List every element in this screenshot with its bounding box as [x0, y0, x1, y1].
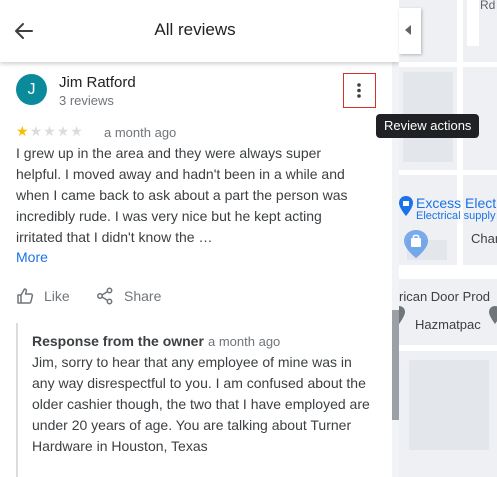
star-filled-icon: ★ [16, 123, 30, 139]
star-rating: ★★★★★ [16, 123, 84, 140]
star-empty-icon: ★ [56, 123, 71, 139]
place-name[interactable]: Char [471, 231, 497, 246]
place-name[interactable]: rican Door Prod [399, 289, 490, 304]
star-empty-icon: ★ [70, 123, 84, 139]
review-text: I grew up in the area and they were alwa… [16, 145, 348, 245]
map-road [399, 170, 497, 175]
caret-left-icon [405, 25, 411, 35]
map-road [467, 0, 479, 46]
review-actions-tooltip: Review actions [376, 114, 480, 138]
map-view[interactable]: Rd Excess Electr Electrical supply Char … [399, 0, 497, 477]
thumb-up-icon [17, 288, 34, 304]
place-name[interactable]: Excess Electr [416, 195, 497, 211]
panel-header: All reviews [0, 0, 399, 62]
map-block [409, 360, 489, 450]
reviewer-name[interactable]: Jim Ratford [59, 74, 136, 91]
map-road [399, 62, 497, 67]
like-label: Like [44, 288, 70, 304]
more-link[interactable]: More [16, 249, 48, 265]
review-date: a month ago [104, 125, 177, 140]
collapse-panel-button[interactable] [399, 8, 421, 54]
place-name[interactable]: Hazmatpac [415, 317, 481, 332]
page-title: All reviews [154, 20, 236, 39]
map-road [399, 345, 497, 351]
review-actions-button[interactable] [343, 73, 376, 108]
place-pin-icon[interactable] [399, 306, 405, 324]
star-empty-icon: ★ [43, 123, 57, 139]
reviews-panel: All reviews J Jim Ratford 3 reviews ★★★★… [0, 0, 399, 477]
map-road-label: Rd [480, 0, 496, 12]
share-icon [97, 287, 113, 305]
place-pin-icon[interactable] [399, 196, 413, 216]
place-pin-icon[interactable] [489, 306, 497, 324]
reviewer-review-count: 3 reviews [59, 93, 114, 108]
shopping-bag-pin-icon[interactable] [404, 230, 428, 258]
share-label: Share [124, 288, 162, 304]
share-button[interactable]: Share [96, 286, 161, 306]
reviewer-avatar[interactable]: J [16, 74, 47, 105]
place-category: Electrical supply [416, 210, 496, 222]
like-button[interactable]: Like [16, 286, 70, 306]
scrollbar-thumb[interactable] [392, 310, 399, 420]
owner-response-date: a month ago [208, 334, 281, 349]
map-road [399, 265, 497, 279]
star-empty-icon: ★ [29, 123, 44, 139]
owner-response-label: Response from the owner [32, 333, 204, 349]
more-vert-icon [357, 83, 361, 98]
owner-response: Response from the owner a month ago Jim,… [16, 323, 370, 477]
owner-response-text: Jim, sorry to hear that any employee of … [32, 354, 370, 454]
